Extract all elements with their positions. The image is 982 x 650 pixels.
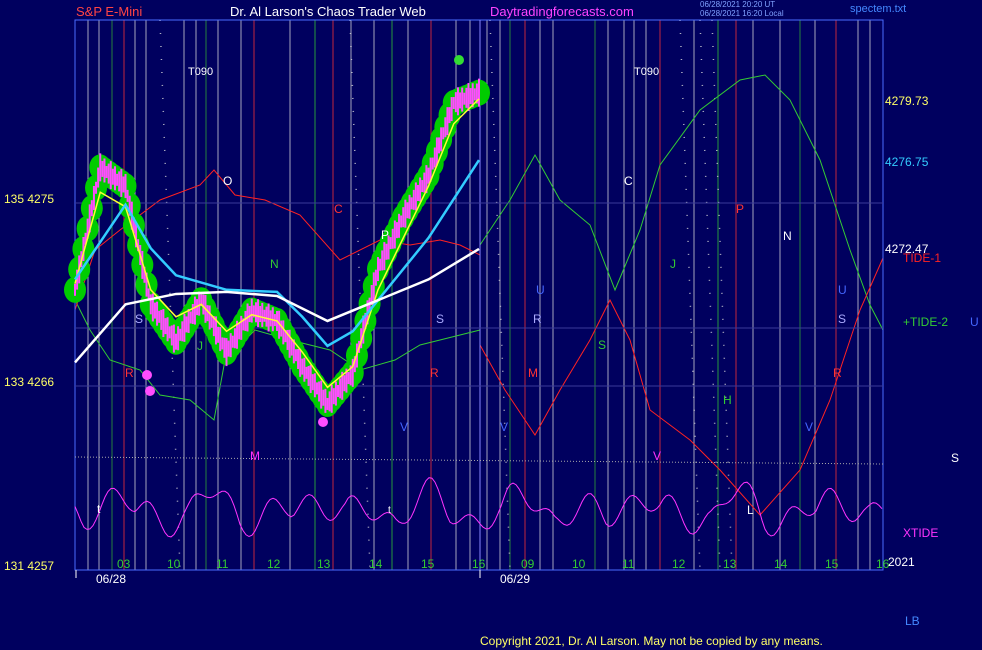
hour-tick-label: 13 bbox=[723, 557, 737, 571]
legend-xtide: XTIDE bbox=[903, 526, 938, 540]
timestamp-local: 06/28/2021 16:20 Local bbox=[700, 9, 784, 18]
hour-tick-label: 10 bbox=[167, 557, 181, 571]
planet-marker-V: V bbox=[653, 449, 661, 463]
hour-tick-label: 03 bbox=[117, 557, 131, 571]
site-title: Dr. Al Larson's Chaos Trader Web bbox=[230, 4, 426, 19]
legend-s: S bbox=[951, 451, 959, 465]
right-price-label: 4279.73 bbox=[885, 94, 929, 108]
extreme-dot bbox=[145, 386, 155, 396]
hour-tick-label: 13 bbox=[317, 557, 331, 571]
planet-marker-N: N bbox=[783, 229, 792, 243]
planet-marker-S: S bbox=[598, 338, 606, 352]
site-url[interactable]: Daytradingforecasts.com bbox=[490, 4, 634, 19]
planet-marker-S: S bbox=[838, 312, 846, 326]
extreme-dot bbox=[454, 55, 464, 65]
planet-marker-C: C bbox=[624, 174, 633, 188]
planet-marker-R: R bbox=[125, 366, 134, 380]
turn-label: T090 bbox=[188, 66, 213, 78]
left-price-label: 135 4275 bbox=[4, 192, 54, 206]
file-name: spectem.txt bbox=[850, 3, 907, 15]
hour-tick-label: 11 bbox=[622, 557, 635, 571]
dotted-flow-5 bbox=[711, 19, 733, 571]
date-label: 06/28 bbox=[96, 572, 126, 586]
hour-tick-label: 15 bbox=[421, 557, 435, 571]
hour-tick-label: 12 bbox=[672, 557, 686, 571]
extreme-dot bbox=[318, 417, 328, 427]
planet-marker-R: R bbox=[430, 366, 439, 380]
hour-tick-label: 14 bbox=[369, 557, 383, 571]
copyright: Copyright 2021, Dr. Al Larson. May not b… bbox=[480, 634, 823, 648]
lb-label: LB bbox=[905, 614, 920, 628]
chart-canvas: OCPNJSRMVUHLtCPNJSRMVUStV VR RST090 T090 42… bbox=[4, 19, 979, 586]
axis-labels: 4279.734276.754272.47135 4275133 4266131… bbox=[4, 94, 979, 586]
planet-marker-J: J bbox=[670, 257, 676, 271]
planet-marker-N: N bbox=[270, 257, 279, 271]
planet-marker-R: R bbox=[833, 366, 842, 380]
right-price-label: 4276.75 bbox=[885, 155, 929, 169]
hour-tick-label: 14 bbox=[774, 557, 788, 571]
left-price-label: 131 4257 bbox=[4, 559, 54, 573]
planet-marker-U: U bbox=[838, 283, 847, 297]
dotted-flow-3 bbox=[679, 19, 701, 571]
planet-marker-M: M bbox=[250, 449, 260, 463]
legend-tide-1: TIDE-1 bbox=[903, 251, 941, 265]
hour-tick-label: 16 bbox=[472, 557, 486, 571]
planet-marker-C: C bbox=[334, 202, 343, 216]
year-label: 2021 bbox=[888, 555, 915, 569]
planet-marker-V: V bbox=[400, 420, 408, 434]
planet-marker-P: P bbox=[736, 202, 744, 216]
legend-tide-2: +TIDE-2 bbox=[903, 315, 948, 329]
turn-label: T090 bbox=[634, 66, 659, 78]
legend-u: U bbox=[970, 315, 979, 329]
extreme-dot bbox=[142, 370, 152, 380]
hour-tick-label: 12 bbox=[267, 557, 281, 571]
planet-marker-O: O bbox=[223, 174, 232, 188]
planet-marker-R: R bbox=[533, 312, 542, 326]
planet-marker-S: S bbox=[436, 312, 444, 326]
planet-marker-V: V bbox=[500, 420, 508, 434]
left-price-label: 133 4266 bbox=[4, 375, 54, 389]
timestamp-ut: 06/28/2021 20:20 UT bbox=[700, 0, 776, 9]
planet-marker-S: S bbox=[135, 312, 143, 326]
planet-marker-L: L bbox=[747, 503, 754, 517]
hour-tick-label: 10 bbox=[572, 557, 586, 571]
hour-tick-label: 15 bbox=[825, 557, 839, 571]
planet-marker-P: P bbox=[381, 228, 389, 242]
hour-tick-label: 11 bbox=[216, 557, 229, 571]
planet-marker-V: V bbox=[805, 420, 813, 434]
planet-marker-t: t bbox=[388, 505, 391, 516]
date-label: 06/29 bbox=[500, 572, 530, 586]
planet-marker-U: U bbox=[536, 283, 545, 297]
instrument-title: S&P E-Mini bbox=[76, 4, 143, 19]
hour-tick-label: 09 bbox=[521, 557, 535, 571]
planet-marker-H: H bbox=[723, 393, 732, 407]
planet-marker-M: M bbox=[528, 366, 538, 380]
planet-marker-J: J bbox=[197, 339, 203, 353]
